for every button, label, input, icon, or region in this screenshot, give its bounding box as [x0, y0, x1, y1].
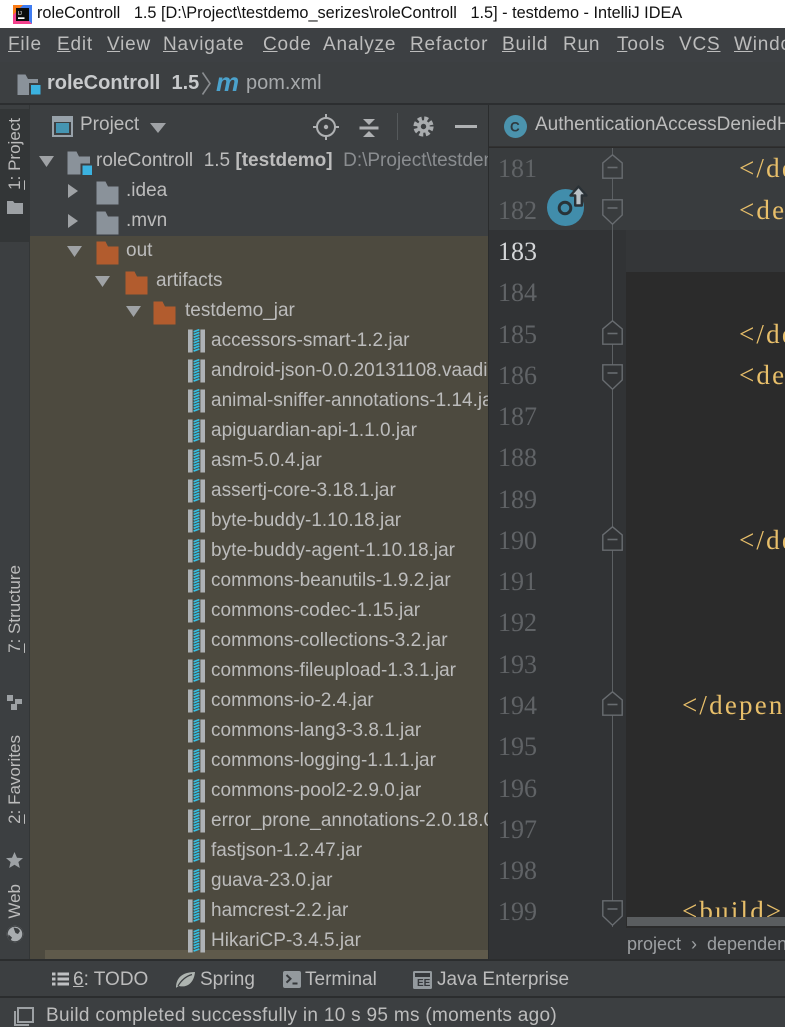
svg-text:EE: EE — [417, 978, 431, 989]
svg-text:C: C — [510, 120, 520, 135]
svg-text:IJ: IJ — [18, 11, 23, 17]
